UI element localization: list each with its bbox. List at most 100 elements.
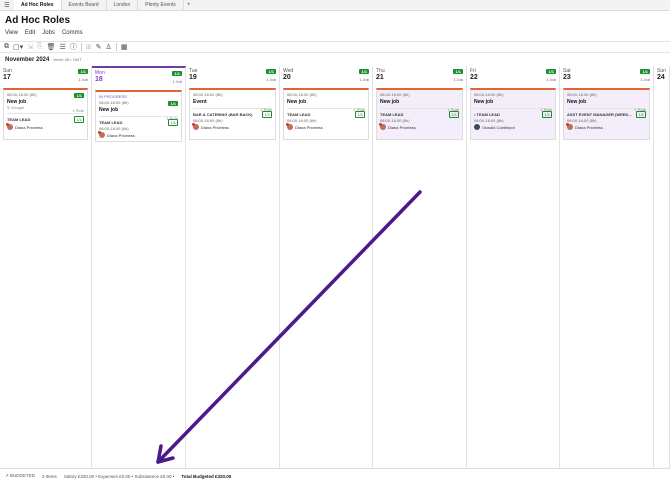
- job-card[interactable]: 08:00-16:00 (8h) Event 1 Role BAR & CATE…: [189, 88, 276, 140]
- assigned-person[interactable]: Diana Priceless: [566, 123, 646, 130]
- menu-view[interactable]: View: [5, 30, 18, 36]
- day-header: Wed 20 1/1 1 Job: [280, 66, 372, 86]
- assign-user-icon[interactable]: ♙: [106, 43, 112, 51]
- day-column[interactable]: Mon 18 1/1 1 Job IN PROGRESS 08:00-16:00…: [92, 66, 186, 468]
- job-role-count: 1 Role: [447, 107, 459, 112]
- job-time: 08:00-16:00 (8h): [193, 92, 223, 97]
- tab-events-board[interactable]: Events Board: [62, 0, 107, 10]
- role-title: ASST EVENT MANAGER (WEEK...: [567, 112, 632, 117]
- avatar: [98, 131, 105, 138]
- hamburger-menu-icon[interactable]: ☰: [0, 0, 14, 10]
- avatar: [566, 123, 573, 130]
- role-row[interactable]: TEAM LEAD 1/1: [287, 111, 365, 118]
- move-icon[interactable]: ⇲: [27, 43, 33, 51]
- job-time: 08:00-16:00 (8h): [99, 100, 129, 105]
- day-header: Tue 19 1/1 1 Job: [186, 66, 279, 86]
- calendar-icon[interactable]: ▦: [121, 43, 128, 51]
- budget-footer: ↗ BUDGETED 3 Items Salary £320.00 • Expe…: [0, 468, 670, 483]
- day-number: 21: [376, 74, 384, 81]
- add-icon[interactable]: ⊞: [86, 43, 92, 51]
- delete-icon[interactable]: 🗑: [47, 43, 56, 51]
- role-time: 08:00-16:00 (8h): [99, 126, 129, 131]
- day-fill-badge: 1/1: [453, 69, 463, 74]
- job-role-count: 1 Role: [72, 108, 84, 113]
- day-header: Sat 23 1/1 1 Job: [560, 66, 653, 86]
- job-title: Event: [193, 99, 207, 105]
- role-row[interactable]: • TEAM LEAD 1/1: [474, 111, 552, 118]
- day-column[interactable]: Sun 24: [654, 66, 670, 468]
- role-time: 08:00-16:00 (8h): [567, 118, 597, 123]
- day-job-count: 1 Job: [172, 79, 182, 84]
- day-column[interactable]: Sat 23 1/1 1 Job 08:00-16:00 (8h) New jo…: [560, 66, 654, 468]
- job-card[interactable]: 08:00-16:00 (8h) New job 1 Role • TEAM L…: [470, 88, 556, 140]
- job-card[interactable]: 08:00-16:00 (8h) New job 1 Role TEAM LEA…: [376, 88, 463, 140]
- job-role-count: 1 Role: [166, 116, 178, 121]
- menu-bar: View Edit Jobs Comms: [5, 30, 83, 36]
- job-role-count: 1 Role: [260, 107, 272, 112]
- edit-icon[interactable]: ✎: [96, 43, 102, 51]
- day-job-count: 1 Job: [78, 77, 88, 82]
- assigned-person[interactable]: Oswald Cobblepot: [474, 124, 552, 130]
- info-icon[interactable]: ⓘ: [70, 42, 77, 52]
- stack-icon[interactable]: ☰: [60, 43, 66, 51]
- day-header: Sun 17 1/1 1 Job: [0, 66, 91, 86]
- role-time: 08:00-16:00 (8h): [193, 118, 223, 123]
- role-title: BAR & CATERING (BAR BACK): [193, 112, 253, 117]
- tab-london[interactable]: London: [107, 0, 139, 10]
- paste-icon[interactable]: ⎘: [37, 43, 43, 51]
- role-title: TEAM LEAD: [7, 117, 31, 122]
- assigned-person[interactable]: Diana Priceless: [6, 123, 84, 130]
- day-column[interactable]: Thu 21 1/1 1 Job 08:00-16:00 (8h) New jo…: [373, 66, 467, 468]
- role-fill-badge: 1/1: [449, 111, 459, 118]
- warning-dot-icon: [566, 123, 569, 126]
- job-title: New job: [287, 99, 307, 105]
- role-fill-badge: 1/1: [74, 116, 84, 123]
- week-calendar: Sun 17 1/1 1 Job 08:00-16:00 (8h) 1/1 Ne…: [0, 66, 670, 468]
- assigned-person[interactable]: Diana Priceless: [379, 123, 459, 130]
- week-label: Week 46 • GMT: [53, 57, 82, 62]
- role-time: 08:00-16:00 (8h): [287, 118, 317, 123]
- day-column[interactable]: Sun 17 1/1 1 Job 08:00-16:00 (8h) 1/1 Ne…: [0, 66, 92, 468]
- add-tab-icon[interactable]: +: [184, 0, 194, 10]
- person-name: Oswald Cobblepot: [482, 124, 515, 130]
- job-role-count: 1 Role: [634, 107, 646, 112]
- day-header: Sun 24: [654, 66, 669, 86]
- day-fill-badge: 1/1: [266, 69, 276, 74]
- role-fill-badge: 1/1: [636, 111, 646, 118]
- day-number: 23: [563, 74, 571, 81]
- job-role-count: 1 Role: [540, 107, 552, 112]
- job-card[interactable]: 08:00-16:00 (8h) 1/1 New job ⚲ Google 1 …: [3, 88, 88, 140]
- copy-icon[interactable]: ⧉: [4, 43, 9, 51]
- menu-edit[interactable]: Edit: [25, 30, 35, 36]
- menu-comms[interactable]: Comms: [62, 30, 83, 36]
- job-time: 08:00-16:00 (8h): [567, 92, 597, 97]
- tab-plenty-events[interactable]: Plenty Events: [138, 0, 184, 10]
- day-column[interactable]: Wed 20 1/1 1 Job 08:00-16:00 (8h) New jo…: [280, 66, 373, 468]
- role-time: 08:00-16:00 (8h): [474, 118, 504, 123]
- job-card[interactable]: IN PROGRESS 08:00-16:00 (8h) 1/1 New job…: [95, 90, 182, 142]
- day-column[interactable]: Fri 22 1/1 1 Job 08:00-16:00 (8h) New jo…: [467, 66, 560, 468]
- assigned-person[interactable]: Diana Priceless: [286, 123, 365, 130]
- day-header: Mon 18 1/1 1 Job: [92, 68, 185, 88]
- role-row[interactable]: TEAM LEAD 1/1: [7, 116, 84, 123]
- role-title: TEAM LEAD: [287, 112, 311, 117]
- role-row[interactable]: ASST EVENT MANAGER (WEEK... 1/1: [567, 111, 646, 118]
- budgeted-label[interactable]: ↗ BUDGETED: [5, 473, 35, 479]
- items-count: 3 Items: [42, 473, 57, 479]
- tab-bar: ☰ Ad Hoc Roles Events Board London Plent…: [0, 0, 670, 11]
- day-job-count: 1 Job: [453, 77, 463, 82]
- new-dropdown-icon[interactable]: ▢▾: [13, 43, 23, 51]
- day-fill-badge: 1/1: [640, 69, 650, 74]
- assigned-person[interactable]: Diana Priceless: [98, 131, 178, 138]
- role-time: 08:00-16:00 (8h): [380, 118, 410, 123]
- assigned-person[interactable]: Diana Priceless: [192, 123, 272, 130]
- job-card[interactable]: 08:00-16:00 (8h) New job 1 Role TEAM LEA…: [283, 88, 369, 140]
- warning-dot-icon: [286, 123, 289, 126]
- day-column[interactable]: Tue 19 1/1 1 Job 08:00-16:00 (8h) Event …: [186, 66, 280, 468]
- tab-ad-hoc-roles[interactable]: Ad Hoc Roles: [14, 0, 62, 10]
- job-card[interactable]: 08:00-16:00 (8h) New job 1 Role ASST EVE…: [563, 88, 650, 140]
- menu-jobs[interactable]: Jobs: [42, 30, 55, 36]
- job-title: New job: [99, 107, 119, 113]
- role-row[interactable]: BAR & CATERING (BAR BACK) 1/1: [193, 111, 272, 118]
- role-row[interactable]: TEAM LEAD 1/1: [380, 111, 459, 118]
